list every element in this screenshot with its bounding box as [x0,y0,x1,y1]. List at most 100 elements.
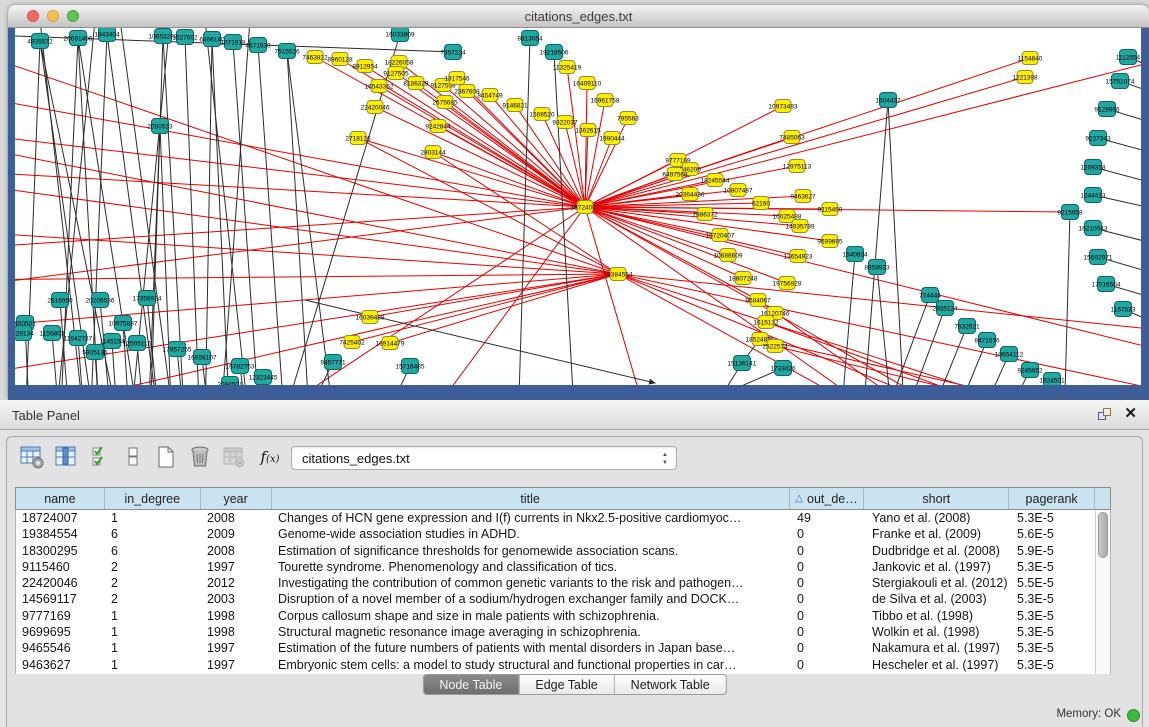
column-header-out_de[interactable]: △out_de… [790,488,865,509]
graph-node[interactable]: 10973493 [769,100,798,113]
graph-node[interactable]: 1167533 [1111,302,1136,317]
graph-node[interactable]: 16958107 [188,350,217,365]
graph-node[interactable]: 1990444 [599,132,625,145]
graph-node[interactable]: 4935572 [27,34,53,49]
graph-node[interactable]: 1209358 [1080,160,1106,175]
graph-node[interactable]: 13654923 [784,250,813,263]
scrollbar-thumb[interactable] [1098,512,1108,558]
graph-node[interactable]: 16914479 [376,337,405,350]
graph-node[interactable]: 15720407 [706,229,735,242]
graph-node[interactable]: 8471676 [974,333,1000,348]
graph-node[interactable]: 4671938 [245,38,271,53]
graph-node[interactable]: 15136141 [728,356,757,371]
graph-node[interactable]: 1221398 [1012,71,1038,84]
graph-node[interactable]: 8960128 [327,53,353,66]
network-graph-svg[interactable]: 1872400719384554896012889129541822605891… [15,28,1141,385]
tab-network-table[interactable]: Network Table [615,675,726,694]
graph-node[interactable]: 15751074 [1106,74,1135,89]
table-vertical-scrollbar[interactable] [1095,510,1110,674]
graph-node[interactable]: 9463627 [790,190,816,203]
graph-node[interactable]: 1568520 [529,108,555,121]
graph-node[interactable]: 8454749 [477,89,503,102]
network-view-canvas[interactable]: 1872400719384554896012889129541822605891… [15,28,1141,385]
graph-node[interactable]: 9129966 [1094,102,1120,117]
graph-node[interactable]: 1924501 [1039,373,1065,386]
graph-node[interactable]: 17016504 [1092,277,1121,292]
graph-node[interactable]: 19756928 [773,277,802,290]
graph-node[interactable]: 15692971 [1084,250,1113,265]
graph-node[interactable]: 7357224 [440,45,466,60]
column-header-pagerank[interactable]: pagerank [1009,488,1095,509]
table-row[interactable]: 911546021997Tourette syndrome. Phenomeno… [16,559,1110,575]
graph-node[interactable]: 9699695 [817,235,843,248]
close-panel-icon[interactable]: ✕ [1124,405,1137,423]
float-panel-icon[interactable] [1098,408,1113,422]
tab-node-table[interactable]: Node Table [423,675,519,694]
graph-node[interactable]: 16961758 [591,94,620,107]
graph-node[interactable]: 16033809 [386,28,415,42]
graph-node[interactable]: 8186328 [403,77,429,90]
table-row[interactable]: 1456911722003Disruption of a novel membe… [16,591,1110,607]
memory-status-indicator[interactable] [1127,709,1140,722]
graph-node[interactable]: 8912954 [352,60,378,73]
graph-node[interactable]: 11325419 [553,61,582,74]
graph-node[interactable]: 1362615 [575,124,601,137]
graph-node[interactable]: 8813054 [517,31,543,46]
tab-edge-table[interactable]: Edge Table [519,675,614,694]
table-row[interactable]: 1938455462009Genome-wide association stu… [16,526,1110,542]
graph-node[interactable]: 8215958 [1057,205,1083,220]
graph-node[interactable]: 2616050 [47,293,73,308]
graph-node[interactable]: 17359924 [133,291,162,306]
table-row[interactable]: 2242004622012Investigating the contribut… [16,575,1110,591]
graph-node[interactable]: 2803144 [420,146,446,159]
table-selector-combobox[interactable]: citations_edges.txt ▲▼ [291,446,677,470]
graph-node[interactable]: 62160 [752,197,770,210]
new-table-button[interactable] [153,444,179,470]
graph-node[interactable]: 10688609 [714,249,743,262]
graph-node[interactable]: 19218506 [540,45,569,60]
table-row[interactable]: 977716911998Corpus callosum shape and si… [16,608,1110,624]
graph-node[interactable]: 20691406 [64,31,93,46]
select-columns-button[interactable] [89,444,115,470]
table-row[interactable]: 946554611997Estimation of the future num… [16,640,1110,656]
table-row[interactable]: 969969511998Structural magnetic resonanc… [16,624,1110,640]
table-row[interactable]: 1830029562008Estimation of significance … [16,543,1110,559]
delete-table-button[interactable] [187,444,213,470]
graph-node[interactable]: 12975113 [783,160,812,173]
graph-node[interactable]: 2367608 [454,85,480,98]
graph-node[interactable]: 10975887 [109,316,138,331]
graph-node[interactable]: 18245544 [701,174,730,187]
graph-node[interactable]: 774444 [919,288,941,303]
graph-node[interactable]: 2094501 [217,377,243,386]
column-header-name[interactable]: name [16,488,105,509]
column-stack-button[interactable] [121,444,147,470]
graph-node[interactable]: 12323445 [249,370,278,385]
graph-node[interactable]: 1156803 [40,326,65,341]
graph-node[interactable]: 9245652 [1017,363,1043,378]
table-row[interactable]: 1872400712008Changes of HCN gene express… [16,510,1110,526]
graph-node[interactable]: 1244413 [1080,188,1106,203]
graph-node[interactable]: 129134 [15,326,34,341]
graph-node[interactable]: 795563 [617,112,639,125]
graph-node[interactable]: 1112554 [1116,50,1141,65]
graph-node[interactable]: 1640934 [842,247,868,262]
graph-node[interactable]: 20206536 [86,293,115,308]
graph-node[interactable]: 15716485 [396,359,425,374]
graph-node[interactable]: 8958923 [864,260,890,275]
graph-node[interactable]: 1154840 [1018,52,1043,65]
graph-node[interactable]: 7485063 [779,131,805,144]
graph-node[interactable]: 2935114 [933,301,958,316]
table-mode-button[interactable] [19,444,45,470]
graph-node[interactable]: 1071918 [220,35,246,50]
graph-node[interactable]: 7515526 [274,44,300,59]
column-header-short[interactable]: short [864,488,1009,509]
graph-node[interactable]: 9146821 [502,99,528,112]
column-header-year[interactable]: year [201,488,272,509]
graph-node[interactable]: 1733426 [770,361,796,376]
graph-node[interactable]: 9457771 [320,355,346,370]
graph-node[interactable]: 9227343 [1085,131,1111,146]
column-header-in_degree[interactable]: in_degree [105,488,201,509]
graph-node[interactable]: 16782753 [226,359,255,374]
graph-node[interactable]: 11942737 [64,331,93,346]
graph-node[interactable]: 16210643 [1079,221,1108,236]
